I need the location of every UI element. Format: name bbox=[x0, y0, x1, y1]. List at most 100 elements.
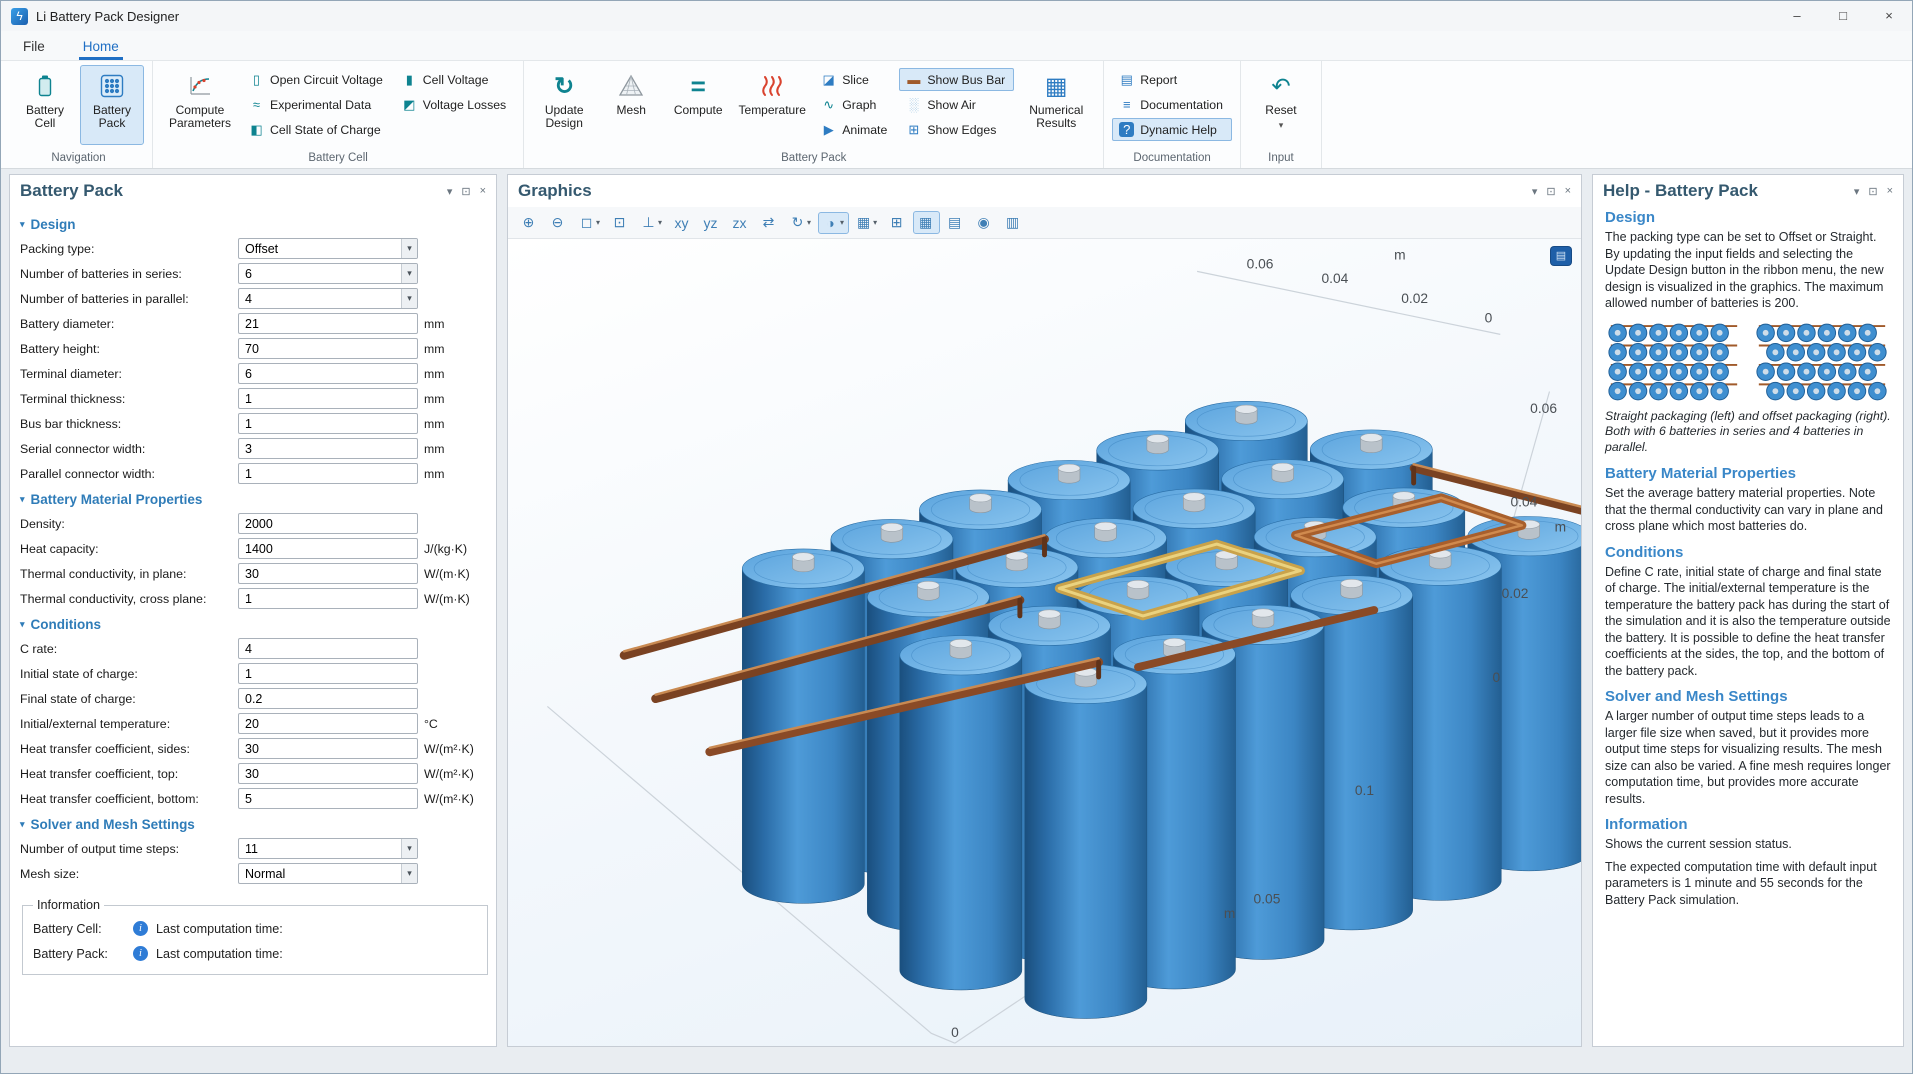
numerical-results-button[interactable]: ▦ Numerical Results bbox=[1017, 65, 1095, 145]
cell-voltage-button[interactable]: ▮ Cell Voltage bbox=[395, 68, 515, 91]
graphics-canvas[interactable]: 0.06 0.04 0.02 0 m 0.06 0.04 m 0.02 0 0.… bbox=[508, 239, 1581, 1046]
voltage-losses-button[interactable]: ◩ Voltage Losses bbox=[395, 93, 515, 116]
experimental-data-button[interactable]: ≈ Experimental Data bbox=[242, 93, 392, 116]
open-circuit-voltage-button[interactable]: ▯ Open Circuit Voltage bbox=[242, 68, 392, 91]
panel-close-icon[interactable]: × bbox=[1565, 185, 1571, 198]
field[interactable]: 1 bbox=[238, 588, 418, 609]
graphics-window-icon[interactable]: ▤ bbox=[1551, 247, 1571, 265]
switch-view-icon[interactable]: ⇄ bbox=[756, 211, 783, 234]
show-edges-button[interactable]: ⊞ Show Edges bbox=[899, 118, 1014, 141]
field[interactable]: 21 bbox=[238, 313, 418, 334]
field[interactable]: 70 bbox=[238, 338, 418, 359]
section-conditions: ▾ Conditions C rate: 4 bbox=[20, 617, 490, 809]
field[interactable]: Normal ▾ bbox=[238, 863, 418, 884]
panel-close-icon[interactable]: × bbox=[480, 185, 486, 198]
field[interactable]: 30 bbox=[238, 738, 418, 759]
battery-cylinders bbox=[742, 401, 1581, 1018]
section-header-design[interactable]: ▾ Design bbox=[20, 217, 490, 232]
panel-collapse-icon[interactable]: ▾ bbox=[447, 185, 453, 198]
icon-glyph: ◑ bbox=[823, 215, 838, 231]
help-figure-caption: Straight packaging (left) and offset pac… bbox=[1605, 409, 1891, 457]
animate-button[interactable]: ▶ Animate bbox=[814, 118, 896, 141]
battery-cell-button[interactable]: Battery Cell bbox=[13, 65, 77, 145]
mesh-button[interactable]: Mesh bbox=[599, 65, 663, 145]
graph-button[interactable]: ∿ Graph bbox=[814, 93, 896, 116]
minimize-button[interactable]: – bbox=[1774, 1, 1820, 31]
field[interactable]: 1 bbox=[238, 388, 418, 409]
chevron-down-icon[interactable]: ▾ bbox=[1279, 120, 1284, 131]
panel-collapse-icon[interactable]: ▾ bbox=[1854, 185, 1860, 198]
field-unit: mm bbox=[424, 467, 445, 481]
zoom-in-icon[interactable]: ⊕ bbox=[516, 211, 543, 234]
go-to-default-view-icon[interactable]: ⊥ ▾ bbox=[636, 211, 667, 234]
copy-image-icon[interactable]: ⊞ bbox=[884, 211, 911, 234]
battery-pack-3d-scene[interactable]: 0.06 0.04 0.02 0 m 0.06 0.04 m 0.02 0 0.… bbox=[508, 239, 1581, 1046]
battery-pack-button[interactable]: Battery Pack bbox=[80, 65, 144, 145]
field[interactable]: 0.2 bbox=[238, 688, 418, 709]
view-zx-icon[interactable]: zx bbox=[727, 212, 754, 234]
field[interactable]: 6 bbox=[238, 363, 418, 384]
reset-button[interactable]: ↶ Reset ▾ bbox=[1249, 65, 1313, 145]
field-label: Mesh size: bbox=[20, 867, 232, 881]
image-snapshot-icon[interactable]: ◉ bbox=[971, 211, 998, 234]
panel-float-icon[interactable]: ⊡ bbox=[1546, 185, 1555, 198]
field-value: Normal bbox=[245, 867, 285, 881]
show-bus-bar-button[interactable]: ▬ Show Bus Bar bbox=[899, 68, 1014, 91]
straight-packaging-thumbnail bbox=[1605, 318, 1743, 406]
tab-home[interactable]: Home bbox=[79, 35, 123, 60]
form-row: Number of batteries in series: 6 ▾ bbox=[20, 263, 490, 284]
view-options-icon[interactable]: ▦ ▾ bbox=[851, 211, 882, 234]
field[interactable]: 20 bbox=[238, 713, 418, 734]
field[interactable]: 5 bbox=[238, 788, 418, 809]
slice-button[interactable]: ◪ Slice bbox=[814, 68, 896, 91]
panel-close-icon[interactable]: × bbox=[1887, 185, 1893, 198]
zoom-box-icon[interactable]: ◻ ▾ bbox=[574, 211, 605, 234]
help-text-information-2: The expected computation time with defau… bbox=[1605, 859, 1891, 909]
field[interactable]: Offset ▾ bbox=[238, 238, 418, 259]
rotate-view-icon[interactable]: ↻ ▾ bbox=[785, 211, 816, 234]
compute-button[interactable]: = Compute bbox=[666, 65, 730, 145]
field[interactable]: 3 bbox=[238, 438, 418, 459]
maximize-button[interactable]: □ bbox=[1820, 1, 1866, 31]
button-label: Report bbox=[1140, 73, 1177, 87]
section-header-solver[interactable]: ▾ Solver and Mesh Settings bbox=[20, 817, 490, 832]
compute-parameters-button[interactable]: Compute Parameters bbox=[161, 65, 239, 145]
report-button[interactable]: ▤ Report bbox=[1112, 68, 1232, 91]
view-yz-icon[interactable]: yz bbox=[698, 212, 725, 234]
form-row: Heat transfer coefficient, sides: 30 W/(… bbox=[20, 738, 490, 759]
graphics-panel: Graphics ▾ ⊡ × ⊕ ⊖ bbox=[507, 174, 1582, 1047]
app-window: ϟ Li Battery Pack Designer – □ × File Ho… bbox=[0, 0, 1913, 1074]
zoom-extents-icon[interactable]: ⊡ bbox=[607, 211, 634, 234]
field[interactable]: 30 bbox=[238, 563, 418, 584]
temperature-button[interactable]: Temperature bbox=[733, 65, 811, 145]
field[interactable]: 6 ▾ bbox=[238, 263, 418, 284]
field[interactable]: 1400 bbox=[238, 538, 418, 559]
section-header-material[interactable]: ▾ Battery Material Properties bbox=[20, 492, 490, 507]
field[interactable]: 1 bbox=[238, 663, 418, 684]
field[interactable]: 1 bbox=[238, 413, 418, 434]
field[interactable]: 1 bbox=[238, 463, 418, 484]
field[interactable]: 4 bbox=[238, 638, 418, 659]
documentation-button[interactable]: ≡ Documentation bbox=[1112, 93, 1232, 116]
panel-collapse-icon[interactable]: ▾ bbox=[1532, 185, 1538, 198]
section-header-conditions[interactable]: ▾ Conditions bbox=[20, 617, 490, 632]
field[interactable]: 2000 bbox=[238, 513, 418, 534]
panel-float-icon[interactable]: ⊡ bbox=[1868, 185, 1877, 198]
show-grid-icon[interactable]: ▦ bbox=[913, 211, 940, 234]
tab-file[interactable]: File bbox=[19, 35, 49, 60]
show-air-button[interactable]: ░ Show Air bbox=[899, 93, 1014, 116]
form-row: C rate: 4 bbox=[20, 638, 490, 659]
print-icon[interactable]: ▥ bbox=[1000, 211, 1027, 234]
dynamic-help-button[interactable]: ? Dynamic Help bbox=[1112, 118, 1232, 141]
field[interactable]: 11 ▾ bbox=[238, 838, 418, 859]
view-xy-icon[interactable]: xy bbox=[669, 212, 696, 234]
scene-light-icon[interactable]: ◑ ▾ bbox=[818, 212, 849, 234]
cell-state-of-charge-button[interactable]: ◧ Cell State of Charge bbox=[242, 118, 392, 141]
close-button[interactable]: × bbox=[1866, 1, 1912, 31]
field[interactable]: 30 bbox=[238, 763, 418, 784]
field[interactable]: 4 ▾ bbox=[238, 288, 418, 309]
zoom-out-icon[interactable]: ⊖ bbox=[545, 211, 572, 234]
panel-float-icon[interactable]: ⊡ bbox=[461, 185, 470, 198]
plot-settings-icon[interactable]: ▤ bbox=[942, 211, 969, 234]
update-design-button[interactable]: ↻ Update Design bbox=[532, 65, 596, 145]
